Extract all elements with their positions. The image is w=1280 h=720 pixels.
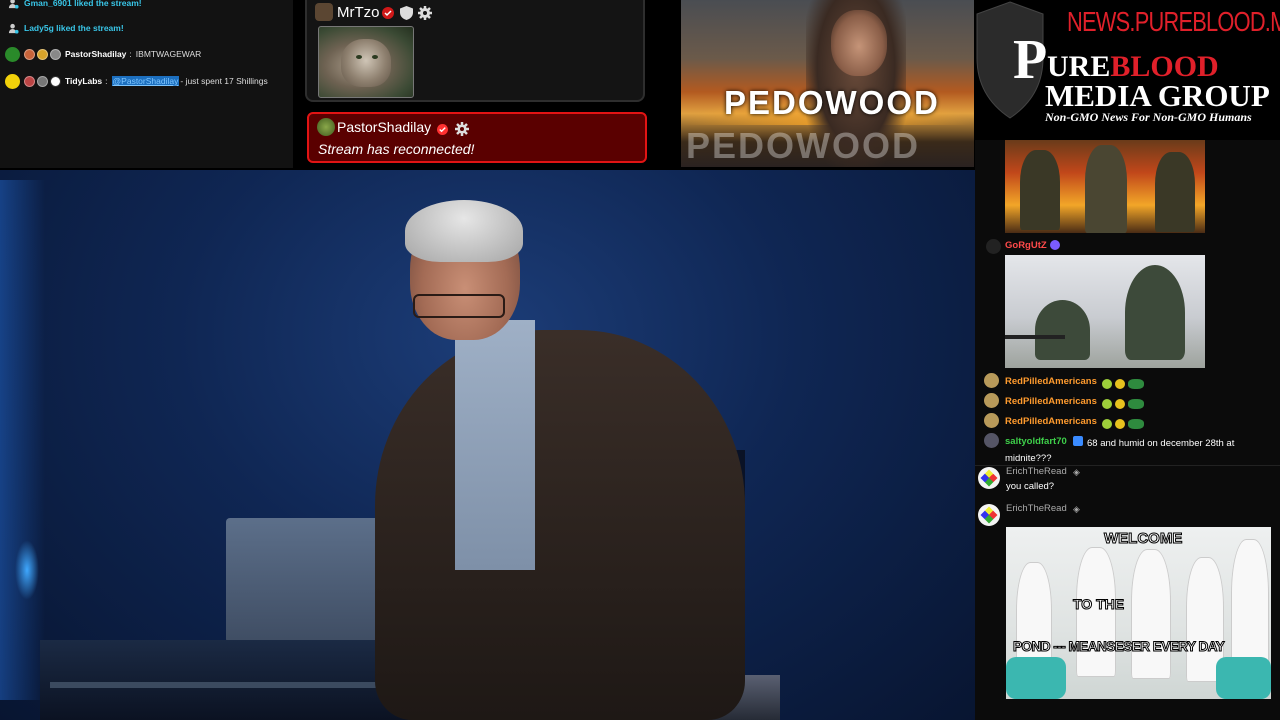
user-icon [5, 20, 21, 36]
frog-emote-icon [1128, 418, 1144, 429]
badge-icon [1102, 398, 1112, 409]
chat-message: - just spent 17 Shillings [180, 76, 268, 86]
activity-feed: Gman_6901 liked the stream! Lady5g liked… [0, 0, 293, 168]
badge-icon [1115, 398, 1125, 409]
chat-row: PastorShadilay : IBMTWAGEWAR [0, 44, 293, 64]
chat-username[interactable]: RedPilledAmericans [1005, 376, 1097, 387]
sub-badge-icon [1050, 240, 1060, 250]
verified-icon [437, 124, 448, 135]
reconnect-alert: PastorShadilay Stream has reconnected! [307, 112, 647, 163]
avatar [5, 73, 20, 89]
chat-username[interactable]: ErichTheRead [1006, 503, 1067, 514]
gear-icon [418, 6, 432, 20]
laptop-image [226, 518, 386, 643]
badge-icon [1102, 378, 1112, 389]
verified-icon [382, 7, 394, 19]
badge-icon [50, 48, 61, 60]
avatar [984, 373, 999, 388]
meme-image-anime [1005, 255, 1205, 368]
chat-row: TidyLabs : @PastorShadilay - just spent … [0, 71, 293, 91]
activity-text: Gman_6901 liked the stream! [24, 0, 142, 8]
avatar [317, 118, 335, 136]
badge-group [1099, 415, 1144, 433]
chat-username[interactable]: GoRgUtZ [1005, 240, 1047, 251]
avatar [978, 504, 1000, 526]
user-icon [5, 0, 21, 11]
badge-icon [24, 75, 35, 87]
meme-text-2: TO THE [1072, 596, 1125, 613]
speaker-body [375, 330, 745, 720]
logo-tagline: Non-GMO News For Non-GMO Humans [1045, 110, 1252, 124]
alert-username: MrTzo [337, 4, 380, 21]
badge-icon [1115, 418, 1125, 429]
channel-logo: NEWS.PUREBLOOD.MEDIA P UREBLOOD MEDIA GR… [975, 0, 1280, 140]
shield-icon [400, 6, 413, 20]
banner-text-echo: PEDOWOOD [686, 125, 921, 166]
badge-icon [37, 75, 48, 87]
activity-row: Gman_6901 liked the stream! [0, 0, 293, 13]
alert-message: Stream has reconnected! [318, 141, 475, 157]
avatar [984, 433, 999, 448]
avatar [315, 3, 333, 21]
verified-icon [50, 75, 61, 87]
avatar [984, 413, 999, 428]
chat-separator: : [105, 76, 108, 86]
chat-separator: : [129, 49, 132, 59]
glasses-image [413, 294, 505, 318]
badge-icon [1115, 378, 1125, 389]
chat-mention[interactable]: @PastorShadilay [111, 76, 180, 86]
activity-row: Lady5g liked the stream! [0, 18, 293, 38]
logo-url: NEWS.PUREBLOOD.MEDIA [1067, 6, 1280, 37]
cat-image [318, 26, 414, 98]
meme-text-1: WELCOME [1103, 530, 1183, 548]
activity-text: Lady5g liked the stream! [24, 23, 124, 33]
frog-emote-icon [1128, 398, 1144, 409]
badge-group [1099, 375, 1144, 393]
meme-text-3: POND --- MEANSESER EVERY DAY [1012, 639, 1225, 655]
banner-image: PEDOWOOD PEDOWOOD [681, 0, 974, 167]
badge-icon [37, 48, 48, 60]
meme-image-welcome: WELCOME TO THE POND --- MEANSESER EVERY … [1006, 527, 1271, 699]
avatar [5, 46, 20, 62]
banner-text: PEDOWOOD [724, 84, 940, 121]
eye-icon: ◈ [1073, 504, 1080, 514]
avatar [986, 239, 1001, 254]
avatar [978, 467, 1000, 489]
chat-message: IBMTWAGEWAR [135, 49, 202, 59]
frog-emote-icon [1128, 378, 1144, 389]
badge-group [1099, 395, 1144, 413]
chat-message: 68 and humid on december 28th at midnite… [1005, 438, 1235, 464]
chat-alert-card: MrTzo [305, 0, 645, 102]
badge-icon [24, 48, 35, 60]
alert-username: PastorShadilay [337, 119, 432, 135]
meme-image-soldiers [1005, 140, 1205, 233]
chat-username[interactable]: RedPilledAmericans [1005, 416, 1097, 427]
logo-cross-letter: P [1013, 29, 1048, 91]
logo-line2: MEDIA GROUP [1045, 78, 1270, 113]
badge-icon [1102, 418, 1112, 429]
avatar [984, 393, 999, 408]
eye-icon: ◈ [1073, 467, 1080, 477]
speaker-shirt [455, 320, 535, 570]
chat-username[interactable]: TidyLabs [65, 76, 102, 86]
stage-equipment [40, 640, 420, 720]
chat-username[interactable]: RedPilledAmericans [1005, 396, 1097, 407]
video-player[interactable] [0, 170, 975, 720]
gear-icon [455, 122, 469, 136]
chat-username[interactable]: PastorShadilay [65, 49, 126, 59]
chat-message: you called? [1006, 481, 1055, 492]
chat-username[interactable]: ErichTheRead [1006, 466, 1067, 477]
